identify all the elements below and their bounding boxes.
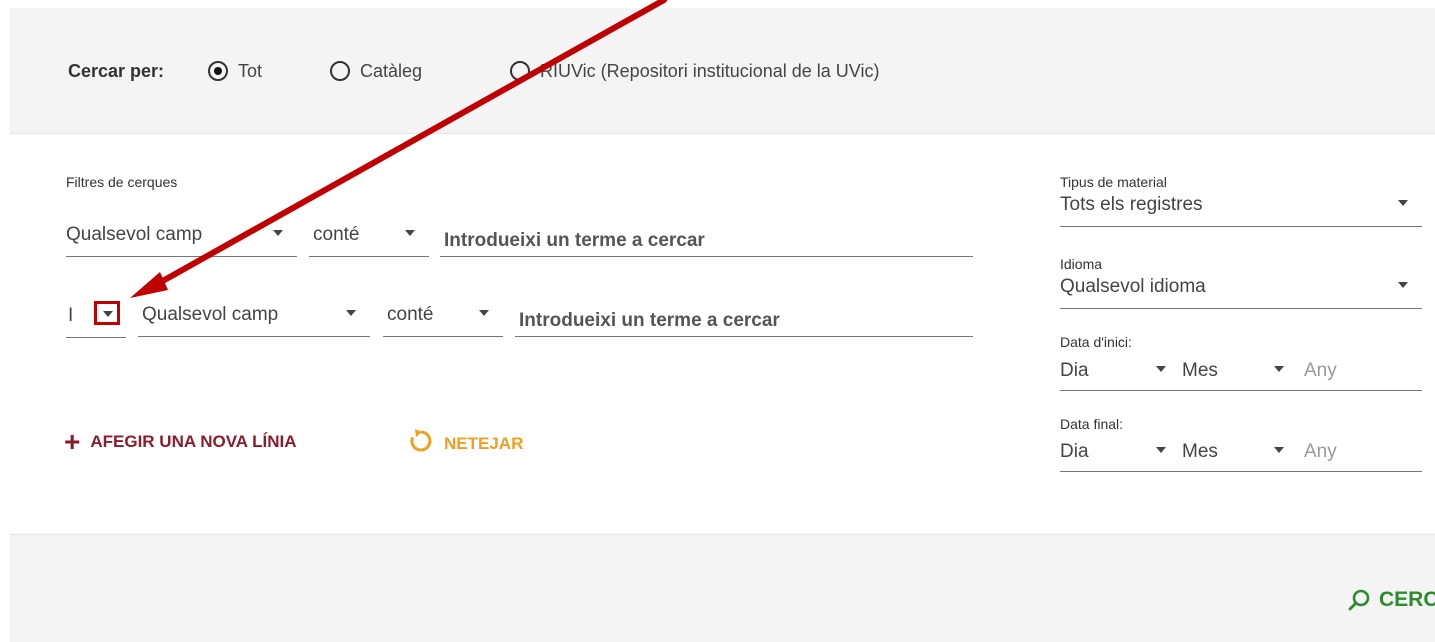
select-value: Qualsevol camp: [142, 304, 279, 325]
scope-radio-label: Tot: [238, 60, 263, 81]
filters-heading: Filtres de cerques: [66, 174, 178, 190]
scope-radio-label: Catàleg: [360, 60, 423, 81]
row1-search-field[interactable]: [440, 218, 981, 257]
scope-label: Cercar per:: [68, 61, 165, 81]
radio-unselected-icon: [330, 61, 350, 81]
select-value: conté: [387, 304, 434, 325]
chevron-down-icon: [1398, 200, 1408, 206]
search-input[interactable]: [515, 310, 981, 332]
chevron-down-icon: [273, 230, 283, 236]
row1-operator-select[interactable]: conté: [309, 218, 429, 257]
start-month-select[interactable]: Mes: [1182, 360, 1218, 382]
chevron-down-icon[interactable]: [1156, 447, 1166, 453]
row2-field-select[interactable]: Qualsevol camp: [138, 298, 370, 337]
scope-radio-riuvic[interactable]: RIUVic (Repositori institucional de la U…: [510, 56, 879, 86]
start-year-input[interactable]: Any: [1304, 360, 1337, 382]
chevron-down-icon[interactable]: [1274, 447, 1284, 453]
scope-radio-cataleg[interactable]: Catàleg: [330, 56, 422, 86]
material-type-select[interactable]: Tots els registres: [1060, 188, 1422, 227]
row2-operator-select[interactable]: conté: [383, 298, 503, 337]
start-day-select[interactable]: Dia: [1060, 360, 1089, 382]
plus-icon: +: [64, 426, 81, 457]
radio-unselected-icon: [510, 61, 530, 81]
chevron-down-icon: [479, 310, 489, 316]
select-value: I: [68, 305, 74, 326]
start-date-label: Data d'inici:: [1060, 334, 1132, 350]
row2-boolean-select[interactable]: I: [66, 297, 126, 338]
search-button[interactable]: CERCAR: [1347, 588, 1435, 612]
reset-icon: [408, 428, 434, 459]
select-value: Qualsevol idioma: [1060, 276, 1206, 297]
highlight-box[interactable]: [94, 301, 120, 325]
chevron-down-icon: [1398, 282, 1408, 288]
start-date-field: Dia Mes Any: [1060, 350, 1422, 391]
row2-search-field[interactable]: [515, 298, 981, 337]
language-select[interactable]: Qualsevol idioma: [1060, 270, 1422, 309]
row1-field-select[interactable]: Qualsevol camp: [66, 218, 297, 257]
chevron-down-icon: [405, 230, 415, 236]
radio-selected-icon: [208, 61, 228, 81]
select-value: conté: [313, 224, 360, 245]
select-value: Qualsevol camp: [66, 224, 203, 245]
select-value: Tots els registres: [1060, 194, 1203, 215]
chevron-down-icon: [103, 311, 113, 317]
chevron-down-icon[interactable]: [1156, 366, 1166, 372]
search-icon: [1348, 589, 1370, 611]
end-year-input[interactable]: Any: [1304, 441, 1337, 463]
end-date-field: Dia Mes Any: [1060, 431, 1422, 472]
add-line-button[interactable]: + AFEGIR UNA NOVA LÍNIA: [64, 428, 297, 456]
end-day-select[interactable]: Dia: [1060, 441, 1089, 463]
end-month-select[interactable]: Mes: [1182, 441, 1218, 463]
chevron-down-icon: [346, 310, 356, 316]
chevron-down-icon[interactable]: [1274, 366, 1284, 372]
search-footer-bar: [10, 534, 1435, 642]
search-input[interactable]: [440, 230, 981, 252]
clear-button[interactable]: NETEJAR: [408, 428, 523, 459]
scope-radio-tot[interactable]: Tot: [208, 56, 262, 86]
end-date-label: Data final:: [1060, 416, 1124, 432]
search-button-label: CERCAR: [1379, 588, 1435, 611]
scope-radio-label: RIUVic (Repositori institucional de la U…: [540, 60, 880, 81]
add-line-label: AFEGIR UNA NOVA LÍNIA: [90, 432, 297, 451]
clear-label: NETEJAR: [444, 433, 524, 453]
